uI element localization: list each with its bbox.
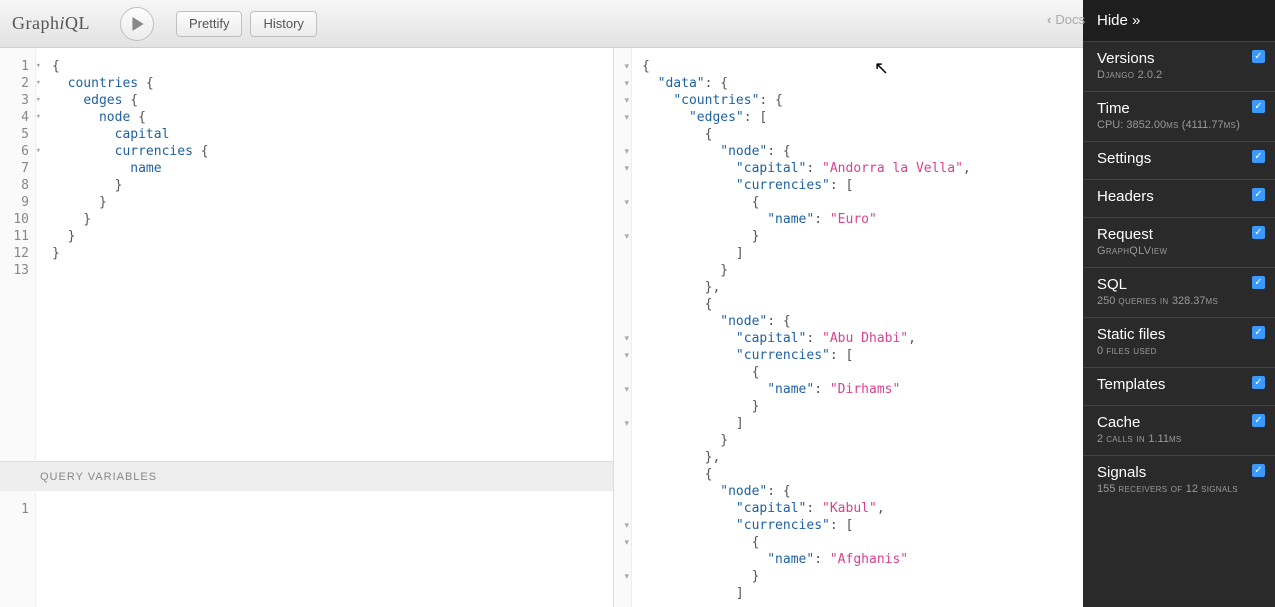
debug-section-static-files[interactable]: Static files 0 files used — [1083, 317, 1275, 367]
debug-title: Request — [1097, 226, 1261, 243]
debug-title: SQL — [1097, 276, 1261, 293]
checkbox-icon[interactable] — [1252, 150, 1265, 163]
prettify-button[interactable]: Prettify — [176, 11, 242, 37]
variables-gutter: 1 — [0, 491, 36, 607]
debug-subtitle: 0 files used — [1097, 345, 1261, 357]
checkbox-icon[interactable] — [1252, 414, 1265, 427]
debug-title: Templates — [1097, 376, 1261, 393]
debug-hide-button[interactable]: Hide » — [1083, 0, 1275, 41]
debug-subtitle: 2 calls in 1.11ms — [1097, 433, 1261, 445]
run-button[interactable] — [120, 7, 154, 41]
debug-title: Signals — [1097, 464, 1261, 481]
result-panel: { "data": { "countries": { "edges": [ { … — [614, 48, 1083, 607]
debug-subtitle: CPU: 3852.00ms (4111.77ms) — [1097, 119, 1261, 131]
checkbox-icon[interactable] — [1252, 226, 1265, 239]
debug-toolbar: Hide » Versions Django 2.0.2 Time CPU: 3852… — [1083, 0, 1275, 607]
debug-title: Cache — [1097, 414, 1261, 431]
history-button[interactable]: History — [250, 11, 316, 37]
toolbar: GraphiQL Prettify History — [0, 0, 1083, 48]
logo: GraphiQL — [12, 13, 90, 34]
checkbox-icon[interactable] — [1252, 326, 1265, 339]
debug-title: Settings — [1097, 150, 1261, 167]
docs-button[interactable]: ‹Docs — [1047, 12, 1085, 27]
variables-editor[interactable] — [36, 491, 613, 607]
debug-subtitle: 155 receivers of 12 signals — [1097, 483, 1261, 495]
checkbox-icon[interactable] — [1252, 188, 1265, 201]
debug-title: Headers — [1097, 188, 1261, 205]
checkbox-icon[interactable] — [1252, 50, 1265, 63]
debug-section-time[interactable]: Time CPU: 3852.00ms (4111.77ms) — [1083, 91, 1275, 141]
debug-section-signals[interactable]: Signals 155 receivers of 12 signals — [1083, 455, 1275, 505]
debug-section-sql[interactable]: SQL 250 queries in 328.37ms — [1083, 267, 1275, 317]
query-variables-header[interactable]: QUERY VARIABLES — [0, 461, 613, 491]
debug-section-cache[interactable]: Cache 2 calls in 1.11ms — [1083, 405, 1275, 455]
debug-section-request[interactable]: Request GraphQLView — [1083, 217, 1275, 267]
query-gutter: 12345678910111213 — [0, 48, 36, 461]
play-icon — [131, 17, 145, 31]
debug-section-headers[interactable]: Headers — [1083, 179, 1275, 217]
checkbox-icon[interactable] — [1252, 100, 1265, 113]
debug-title: Static files — [1097, 326, 1261, 343]
result-gutter — [614, 48, 632, 607]
checkbox-icon[interactable] — [1252, 276, 1265, 289]
result-viewer[interactable]: { "data": { "countries": { "edges": [ { … — [632, 48, 1083, 607]
checkbox-icon[interactable] — [1252, 464, 1265, 477]
chevron-left-icon: ‹ — [1047, 12, 1051, 27]
debug-subtitle: 250 queries in 328.37ms — [1097, 295, 1261, 307]
debug-title: Time — [1097, 100, 1261, 117]
debug-section-templates[interactable]: Templates — [1083, 367, 1275, 405]
debug-title: Versions — [1097, 50, 1261, 67]
debug-subtitle: GraphQLView — [1097, 245, 1261, 257]
debug-section-settings[interactable]: Settings — [1083, 141, 1275, 179]
debug-subtitle: Django 2.0.2 — [1097, 69, 1261, 81]
debug-section-versions[interactable]: Versions Django 2.0.2 — [1083, 41, 1275, 91]
checkbox-icon[interactable] — [1252, 376, 1265, 389]
query-panel: 12345678910111213 { countries { edges { … — [0, 48, 614, 607]
query-editor[interactable]: { countries { edges { node { capital cur… — [36, 48, 613, 461]
